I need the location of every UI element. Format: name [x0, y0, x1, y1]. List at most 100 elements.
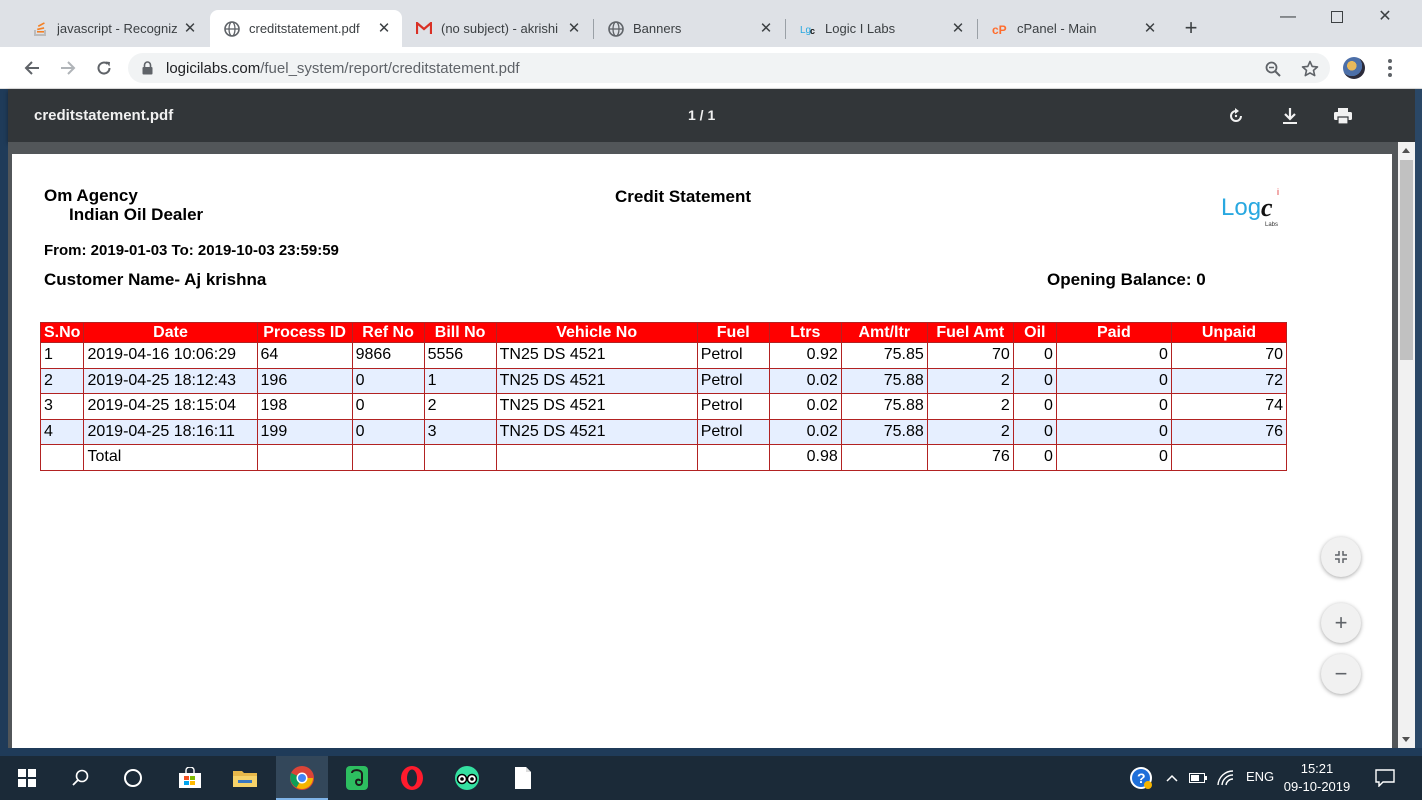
table-cell: 0: [351, 393, 425, 420]
svg-text:i: i: [1277, 187, 1279, 197]
tab-gmail[interactable]: (no subject) - akrishi ✕: [402, 10, 592, 47]
table-cell: TN25 DS 4521: [495, 342, 698, 369]
input-language[interactable]: ENG: [1246, 769, 1274, 784]
table-cell: Petrol: [696, 367, 770, 394]
tab-close-icon[interactable]: ✕: [950, 20, 966, 37]
total-cell: [39, 444, 85, 471]
table-cell: 0: [1055, 342, 1172, 369]
total-cell: Total: [83, 444, 258, 471]
globe-icon: [224, 20, 240, 37]
date-range: From: 2019-01-03 To: 2019-10-03 23:59:59: [44, 242, 339, 259]
stackoverflow-icon: [32, 21, 48, 37]
table-cell: 0: [1012, 342, 1057, 369]
table-cell: 0: [351, 418, 425, 445]
rotate-icon[interactable]: [1224, 104, 1248, 128]
address-bar[interactable]: logicilabs.com/fuel_system/report/credit…: [128, 53, 1330, 83]
profile-avatar[interactable]: [1343, 57, 1365, 79]
globe-icon: [608, 20, 624, 37]
total-cell: 0: [1055, 444, 1172, 471]
tab-title: cPanel - Main: [1017, 21, 1097, 36]
tab-close-icon[interactable]: ✕: [758, 20, 774, 37]
tab-logic-labs[interactable]: Lg c Logic I Labs ✕: [786, 10, 976, 47]
tripadvisor-icon[interactable]: [452, 763, 482, 793]
table-cell: 3: [39, 393, 85, 420]
tab-cpanel[interactable]: cP cPanel - Main ✕: [978, 10, 1168, 47]
column-header: Oil: [1012, 322, 1057, 343]
notifications-icon[interactable]: [1370, 763, 1400, 793]
tab-title: javascript - Recogniz: [57, 21, 178, 36]
svg-text:c: c: [810, 26, 815, 36]
table-cell: 0: [1055, 393, 1172, 420]
table-cell: 0: [1012, 393, 1057, 420]
tab-close-icon[interactable]: ✕: [566, 20, 582, 37]
search-icon[interactable]: [66, 763, 96, 793]
zoom-in-button[interactable]: +: [1321, 603, 1361, 643]
new-tab-button[interactable]: +: [1180, 17, 1202, 39]
vertical-scrollbar[interactable]: [1398, 142, 1415, 748]
wifi-icon[interactable]: [1211, 763, 1241, 793]
reload-button[interactable]: [92, 56, 116, 80]
column-header: Bill No: [423, 322, 497, 343]
tab-close-icon[interactable]: ✕: [1142, 20, 1158, 37]
table-cell: 4: [39, 418, 85, 445]
zoom-out-button[interactable]: −: [1321, 654, 1361, 694]
tab-banners[interactable]: Banners ✕: [594, 10, 784, 47]
bookmark-star-icon[interactable]: [1301, 60, 1319, 78]
tab-creditstatement[interactable]: creditstatement.pdf ✕: [210, 10, 402, 47]
help-icon[interactable]: ?: [1126, 763, 1156, 793]
svg-text:Log: Log: [1221, 194, 1261, 221]
back-button[interactable]: [20, 56, 44, 80]
file-explorer-icon[interactable]: [230, 763, 260, 793]
table-cell: 0: [1012, 418, 1057, 445]
print-icon[interactable]: [1331, 104, 1355, 128]
windows-start-icon[interactable]: [12, 763, 42, 793]
maximize-button[interactable]: [1314, 6, 1360, 28]
table-cell: 75.88: [840, 393, 928, 420]
system-clock[interactable]: 15:21 09-10-2019: [1282, 760, 1352, 796]
company-name: Om Agency: [44, 186, 138, 205]
total-cell: [1170, 444, 1288, 471]
close-window-button[interactable]: ✕: [1362, 6, 1408, 28]
table-row: 1 2019-04-16 10:06:29 64 9866 5556 TN25 DS 45…: [39, 342, 1288, 369]
zoom-icon[interactable]: [1264, 60, 1282, 78]
evernote-icon[interactable]: [342, 763, 372, 793]
column-header: Ref No: [351, 322, 425, 343]
column-header: Ltrs: [768, 322, 842, 343]
browser-menu-icon[interactable]: [1382, 56, 1398, 80]
table-cell: 9866: [351, 342, 425, 369]
table-cell: 76: [1170, 418, 1288, 445]
tab-close-icon[interactable]: ✕: [182, 20, 198, 37]
table-cell: 196: [256, 367, 353, 394]
document-icon[interactable]: [508, 763, 538, 793]
table-cell: TN25 DS 4521: [495, 393, 698, 420]
total-cell: [423, 444, 497, 471]
table-row: 4 2019-04-25 18:16:11 199 0 3 TN25 DS 4521 Pet…: [39, 418, 1288, 445]
lock-icon: [142, 61, 153, 80]
table-cell: TN25 DS 4521: [495, 418, 698, 445]
tab-close-icon[interactable]: ✕: [376, 20, 392, 37]
tab-stackoverflow[interactable]: javascript - Recogniz ✕: [18, 10, 208, 47]
opera-icon[interactable]: [397, 763, 427, 793]
table-cell: 1: [39, 342, 85, 369]
minimize-button[interactable]: —: [1265, 6, 1311, 28]
url-text: logicilabs.com/fuel_system/report/credit…: [166, 60, 520, 77]
tab-title: creditstatement.pdf: [249, 21, 360, 36]
task-view-icon[interactable]: [118, 763, 148, 793]
download-icon[interactable]: [1278, 104, 1302, 128]
total-cell: [495, 444, 698, 471]
table-row: 2 2019-04-25 18:12:43 196 0 1 TN25 DS 4521 Pet…: [39, 367, 1288, 394]
column-header: Fuel Amt: [926, 322, 1014, 343]
store-icon[interactable]: [175, 763, 205, 793]
table-cell: 75.88: [840, 418, 928, 445]
table-cell: 3: [423, 418, 497, 445]
total-cell: 76: [926, 444, 1014, 471]
table-cell: 75.85: [840, 342, 928, 369]
tab-strip: javascript - Recogniz ✕ creditstatement.…: [0, 0, 1422, 47]
table-cell: 0.02: [768, 393, 842, 420]
chrome-icon[interactable]: [287, 763, 317, 793]
table-cell: 2: [926, 393, 1014, 420]
table-cell: 0.02: [768, 418, 842, 445]
fit-page-button[interactable]: [1321, 537, 1361, 577]
battery-icon[interactable]: [1183, 763, 1213, 793]
forward-button[interactable]: [56, 56, 80, 80]
